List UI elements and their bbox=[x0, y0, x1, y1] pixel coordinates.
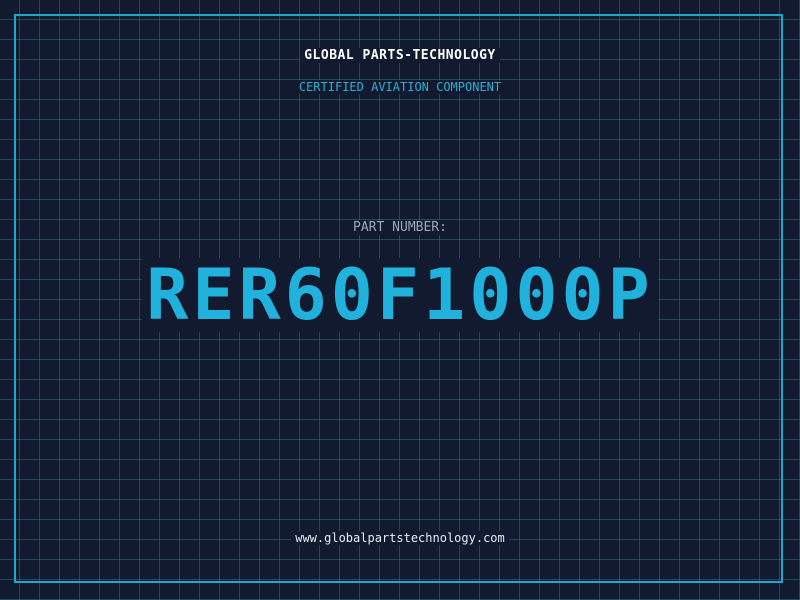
part-number-label: PART NUMBER: bbox=[0, 220, 800, 235]
tagline: CERTIFIED AVIATION COMPONENT bbox=[0, 80, 800, 94]
website-url: www.globalpartstechnology.com bbox=[0, 531, 800, 545]
company-name: GLOBAL PARTS-TECHNOLOGY bbox=[0, 48, 800, 63]
part-number-label-text: PART NUMBER: bbox=[349, 220, 451, 235]
website-url-text: www.globalpartstechnology.com bbox=[291, 531, 509, 545]
part-number-container: RER60F1000P bbox=[0, 258, 800, 332]
part-number-value: RER60F1000P bbox=[142, 258, 658, 332]
company-name-text: GLOBAL PARTS-TECHNOLOGY bbox=[300, 48, 500, 63]
part-label-card: GLOBAL PARTS-TECHNOLOGY CERTIFIED AVIATI… bbox=[0, 0, 800, 600]
tagline-text: CERTIFIED AVIATION COMPONENT bbox=[294, 80, 506, 94]
